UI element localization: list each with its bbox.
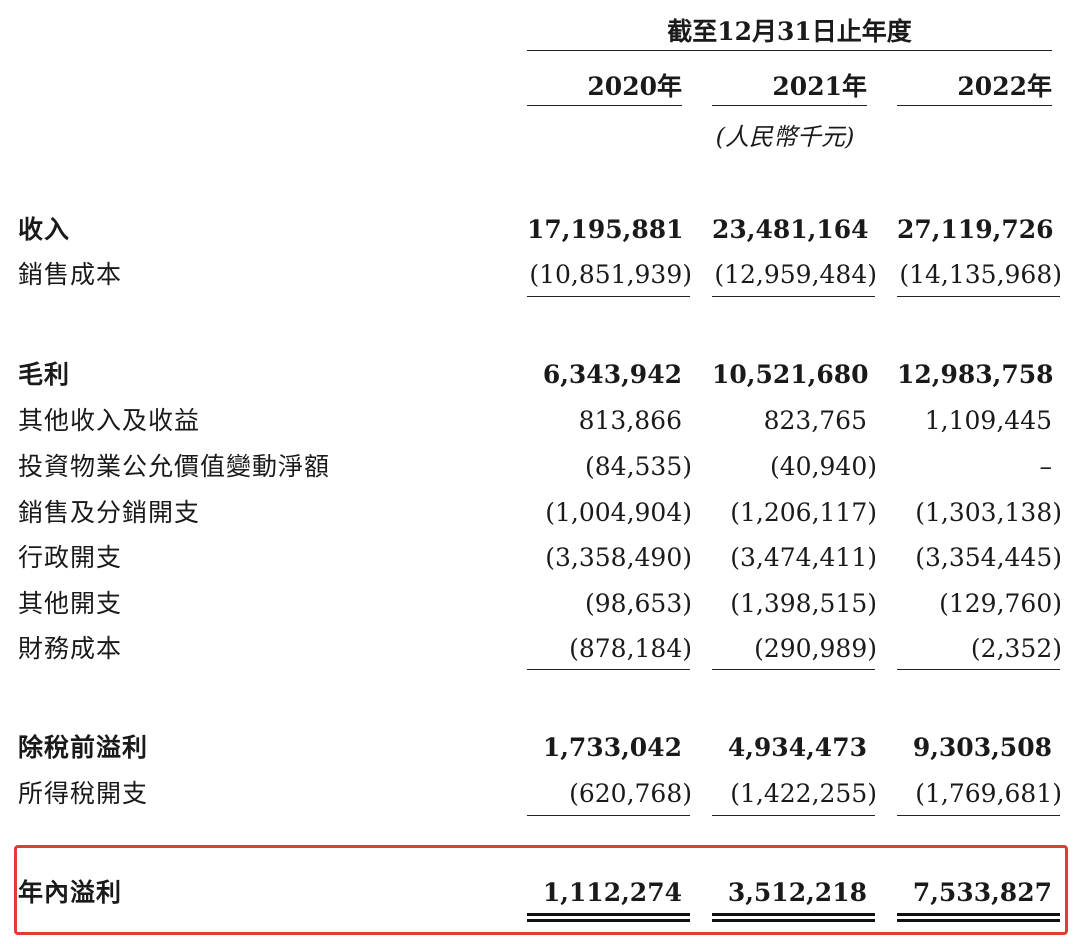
total-double-rule: [527, 913, 690, 922]
row-label-administrative: 行政開支: [18, 543, 123, 572]
row-label-profit-before-tax: 除稅前溢利: [18, 733, 149, 762]
row-value: (620,768): [569, 779, 692, 808]
subtotal-rule: [897, 296, 1060, 297]
row-value: (3,474,411): [730, 543, 877, 572]
row-label-other-income: 其他收入及收益: [18, 406, 201, 435]
year-2020-header: 2020年: [587, 72, 682, 101]
row-value: 27,119,726: [897, 215, 1054, 244]
row-value: (84,535): [585, 452, 692, 481]
row-value: (290,989): [754, 634, 877, 663]
total-double-rule: [897, 913, 1060, 922]
subtotal-rule: [897, 669, 1060, 670]
row-value: 9,303,508: [912, 733, 1052, 762]
subtotal-rule: [897, 815, 1060, 816]
row-value: (12,959,484): [714, 260, 877, 289]
row-label-gross-profit: 毛利: [18, 360, 71, 389]
year-2021-header: 2021年: [772, 72, 867, 101]
row-value: (3,354,445): [915, 543, 1062, 572]
row-value: (1,769,681): [915, 779, 1062, 808]
subtotal-rule: [712, 296, 875, 297]
row-value: 10,521,680: [712, 360, 869, 389]
row-value: (1,398,515): [730, 589, 877, 618]
row-value: 813,866: [578, 406, 682, 435]
subtotal-rule: [527, 815, 690, 816]
subtotal-rule: [712, 669, 875, 670]
total-double-rule: [712, 913, 875, 922]
row-value: 6,343,942: [542, 360, 682, 389]
row-value: (1,422,255): [730, 779, 877, 808]
year-2022-header: 2022年: [957, 72, 1052, 101]
row-label-cost-of-sales: 銷售成本: [18, 260, 123, 289]
year-2021-underline: [712, 105, 867, 106]
row-label-finance-costs: 財務成本: [18, 634, 123, 663]
subtotal-rule: [527, 296, 690, 297]
row-value: (14,135,968): [899, 260, 1062, 289]
row-value: 3,512,218: [727, 878, 867, 907]
row-value: 17,195,881: [527, 215, 684, 244]
row-label-income-tax: 所得稅開支: [18, 779, 149, 808]
row-value: –: [1039, 452, 1053, 481]
row-value: 823,765: [763, 406, 867, 435]
row-label-selling-distribution: 銷售及分銷開支: [18, 498, 201, 527]
row-value: (1,206,117): [730, 498, 877, 527]
row-value: (40,940): [770, 452, 877, 481]
row-value: (10,851,939): [529, 260, 692, 289]
unit-note: (人民幣千元): [715, 123, 855, 151]
row-value: (2,352): [970, 634, 1062, 663]
row-value: 1,733,042: [542, 733, 682, 762]
subtotal-rule: [527, 669, 690, 670]
row-value: 23,481,164: [712, 215, 869, 244]
row-value: 7,533,827: [912, 878, 1052, 907]
period-underline: [527, 50, 1052, 51]
row-value: 1,112,274: [542, 878, 682, 907]
row-value: (98,653): [585, 589, 692, 618]
row-value: 1,109,445: [924, 406, 1052, 435]
row-label-profit-for-year: 年內溢利: [18, 878, 123, 907]
year-2022-underline: [897, 105, 1052, 106]
row-label-investment-property-fv: 投資物業公允價值變動淨額: [18, 452, 331, 481]
year-2020-underline: [527, 105, 682, 106]
row-value: 12,983,758: [897, 360, 1054, 389]
row-label-other-expenses: 其他開支: [18, 589, 123, 618]
row-value: 4,934,473: [727, 733, 867, 762]
row-value: (129,760): [939, 589, 1062, 618]
row-value: (1,303,138): [915, 498, 1062, 527]
period-header: 截至12月31日止年度: [667, 17, 912, 46]
row-value: (878,184): [569, 634, 692, 663]
subtotal-rule: [712, 815, 875, 816]
row-label-revenue: 收入: [18, 215, 71, 244]
row-value: (1,004,904): [545, 498, 692, 527]
row-value: (3,358,490): [545, 543, 692, 572]
